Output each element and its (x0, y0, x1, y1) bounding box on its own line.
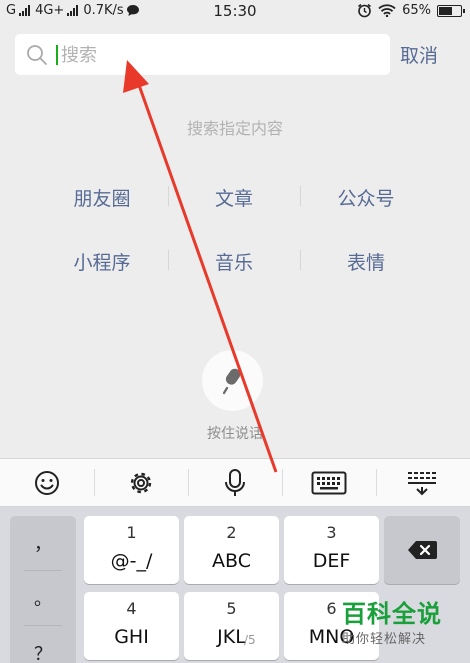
settings-icon (130, 472, 152, 493)
key-letters: GHI (114, 626, 149, 648)
key-4[interactable]: 4 GHI (84, 592, 179, 660)
microphone-icon (222, 368, 240, 394)
key-number: 5 (226, 599, 237, 618)
watermark-title: 百科全说 (342, 600, 442, 628)
status-bar: G 4G+ 0.7K/s 15:30 65% (0, 0, 470, 22)
text-cursor (56, 45, 58, 65)
key-5[interactable]: 5 JKL (184, 592, 279, 660)
settings-button[interactable] (94, 459, 188, 506)
key-1[interactable]: 1 @-_/ (84, 516, 179, 584)
search-icon (27, 45, 47, 65)
search-bar[interactable] (15, 34, 390, 75)
key-3[interactable]: 3 DEF (284, 516, 379, 584)
key-letters: JKL (217, 626, 246, 648)
battery-icon (437, 4, 465, 17)
key-letters: ABC (212, 550, 251, 572)
key-number: 3 (326, 523, 337, 542)
search-hint: 搜索指定内容 (186, 119, 283, 138)
category-music[interactable]: 音乐 (168, 248, 300, 275)
voice-input-button[interactable] (188, 459, 282, 506)
category-row: 小程序 音乐 表情 (36, 229, 432, 293)
period-key[interactable]: 。 (24, 571, 62, 626)
backspace-icon (408, 541, 437, 559)
category-official-accounts[interactable]: 公众号 (300, 184, 432, 211)
status-right: 65% (357, 3, 465, 18)
keyboard-toolbar (0, 458, 470, 507)
key-number: 4 (126, 599, 137, 618)
keyboard-switch-button[interactable] (282, 459, 376, 506)
key-2[interactable]: 2 ABC (184, 516, 279, 584)
emoji-icon (35, 470, 59, 495)
comma-key[interactable]: ， (24, 516, 62, 571)
delete-key[interactable] (384, 516, 460, 584)
watermark: 百科全说 助你轻松解决 (342, 600, 460, 647)
battery-percent: 65% (402, 3, 431, 18)
alarm-icon (358, 3, 372, 18)
search-categories: 朋友圈 文章 公众号 小程序 音乐 表情 (36, 165, 432, 293)
key-letters: @-_/ (110, 550, 153, 572)
voice-label: 按住说话 (207, 426, 263, 442)
watermark-subtitle: 助你轻松解决 (342, 632, 427, 647)
page-indicator: /5 (244, 633, 256, 647)
battery-fill (439, 6, 452, 15)
key-number: 1 (126, 523, 137, 542)
emoji-button[interactable] (0, 459, 94, 506)
wifi-icon (378, 4, 396, 17)
search-input[interactable] (61, 40, 361, 70)
question-key[interactable]: ？ (24, 626, 62, 663)
category-articles[interactable]: 文章 (168, 184, 300, 211)
category-stickers[interactable]: 表情 (300, 248, 432, 275)
voice-search-button[interactable] (202, 350, 263, 411)
category-row: 朋友圈 文章 公众号 (36, 165, 432, 229)
collapse-keyboard-button[interactable] (376, 459, 470, 506)
collapse-keyboard-icon (408, 471, 436, 495)
category-mini-programs[interactable]: 小程序 (36, 248, 168, 275)
category-moments[interactable]: 朋友圈 (36, 184, 168, 211)
microphone-icon (225, 468, 245, 496)
punctuation-column: ， 。 ？ (10, 516, 76, 663)
keyboard-icon (311, 471, 347, 494)
key-number: 2 (226, 523, 237, 542)
cancel-button[interactable]: 取消 (400, 41, 438, 68)
key-letters: DEF (312, 550, 351, 572)
